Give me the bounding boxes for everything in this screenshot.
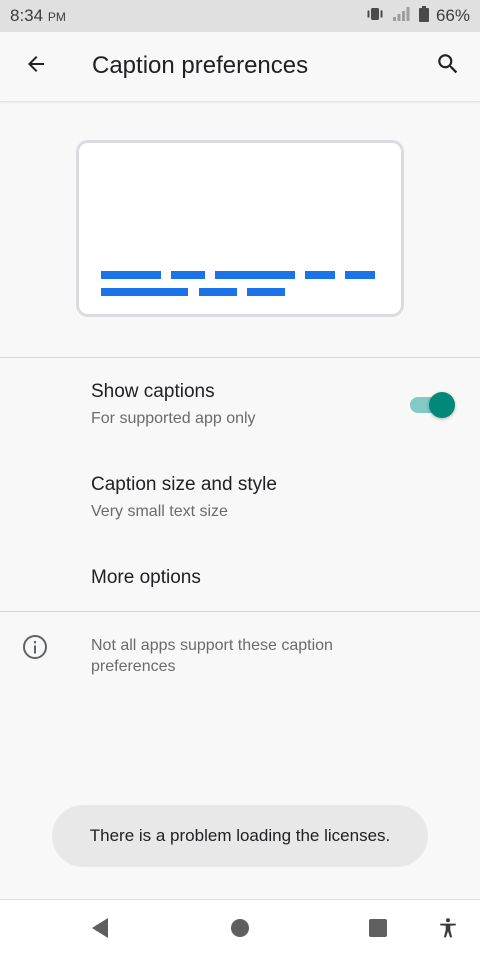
recents-square-icon [368,918,388,943]
accessibility-icon [437,916,459,945]
caption-preview-bar [171,271,205,279]
nav-back-button[interactable] [80,912,120,948]
nav-accessibility-button[interactable] [428,912,468,948]
show-captions-summary: For supported app only [91,410,256,427]
search-icon [435,51,461,82]
status-time-value: 8:34 [10,6,44,25]
signal-icon [392,6,412,27]
caption-size-style-summary: Very small text size [91,503,228,520]
status-time-ampm: PM [47,10,66,24]
arrow-back-icon [24,52,48,81]
battery-icon [418,5,429,27]
page-title: Caption preferences [92,52,309,79]
info-icon [22,634,48,660]
nav-recents-button[interactable] [358,912,398,948]
status-time: 8:34 PM [10,6,66,26]
more-options-item[interactable]: More options [0,548,480,610]
caption-preview-bar [247,288,285,296]
vibrate-icon [365,6,385,27]
caption-preview [76,140,404,317]
app-bar: Caption preferences [0,32,480,102]
more-options-title: More options [91,567,201,588]
caption-preview-bar [215,271,295,279]
show-captions-toggle[interactable] [408,390,458,420]
caption-size-style-item[interactable]: Caption size and style Very small text s… [0,455,480,545]
back-button[interactable] [14,44,58,88]
home-circle-icon [230,918,250,943]
toggle-thumb [429,392,455,418]
toast-text: There is a problem loading the licenses. [89,826,391,845]
divider [0,357,480,358]
caption-preview-bar [101,288,188,296]
system-nav-bar [0,899,480,960]
search-button[interactable] [426,44,470,88]
caption-preview-bar [305,271,335,279]
battery-percent: 66% [435,6,470,25]
divider [0,611,480,612]
caption-size-style-title: Caption size and style [91,474,277,495]
back-triangle-icon [90,917,110,944]
caption-preview-bar [101,271,161,279]
toast-message: There is a problem loading the licenses. [52,805,428,867]
caption-preview-bar [345,271,375,279]
status-bar: 8:34 PM 66% [0,0,480,32]
info-text: Not all apps support these caption prefe… [91,637,333,675]
caption-preview-bar [199,288,237,296]
status-icons: 66% [365,5,470,27]
show-captions-title: Show captions [91,381,215,402]
nav-home-button[interactable] [220,912,260,948]
